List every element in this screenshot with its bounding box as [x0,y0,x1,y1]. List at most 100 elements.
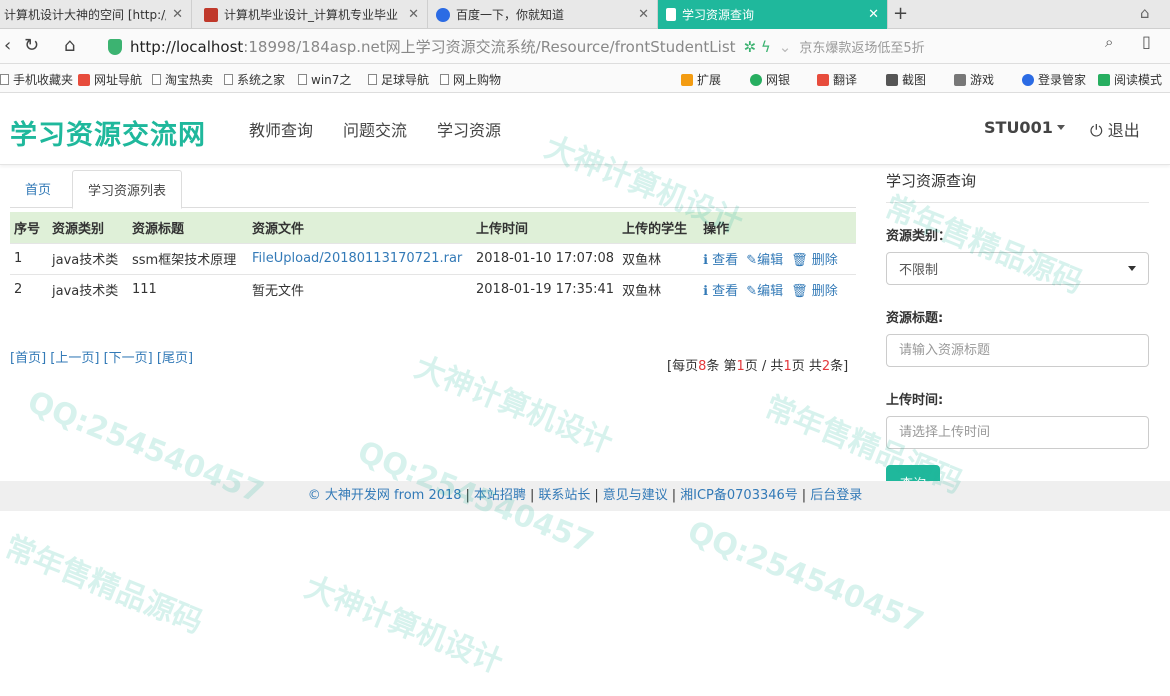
shirt-icon[interactable]: ⌂ [1140,4,1150,22]
watermark: 常年售精品源码 [0,529,208,641]
view-button[interactable]: ℹ 查看 [703,253,738,268]
file-download-link[interactable]: FileUpload/20180113170721.rar [252,251,462,266]
lightning-icon[interactable]: ✲ ϟ [744,38,771,56]
document-icon [666,8,676,21]
dropdown-chevron-icon[interactable]: ⌄ [779,38,792,56]
column-header: 资源标题 [128,212,248,243]
footer-jobs[interactable]: 本站招聘 [474,488,526,503]
site-favicon-icon [204,7,218,22]
content-tabs: 首页 学习资源列表 [10,170,856,209]
bookmark-item[interactable]: 系统之家 [224,71,285,88]
edit-button[interactable]: ✎编辑 [746,253,783,268]
cell-time: 2018-01-10 17:07:08 [472,242,619,274]
footer-icp[interactable]: 湘ICP备0703346号 [680,488,798,503]
bookmark-item[interactable]: win7之 [298,71,351,88]
translate-icon [817,74,829,86]
address-bar: ‹ ↻ ⌂ http://localhost:18998/184asp.net网… [0,29,1170,64]
footer-contact[interactable]: 联系站长 [538,488,590,503]
shield-icon [750,74,762,86]
pager-info: [每页8条 第1页 / 共1页 共2条] [667,359,849,374]
delete-button[interactable]: 🗑 删除 [791,253,838,268]
close-icon[interactable]: ✕ [408,7,419,22]
column-header: 序号 [10,212,48,243]
watermark: 大神计算机设计 [409,349,618,461]
logout-button[interactable]: ⏻ 退出 [1090,117,1140,141]
scissors-icon [886,74,898,86]
close-icon[interactable]: ✕ [172,7,183,22]
document-icon [440,74,449,85]
toolbar-translate[interactable]: 翻译 [817,71,857,88]
close-icon[interactable]: ✕ [638,7,649,22]
browser-tab-1[interactable]: 计算机设计大神的空间 [http://2 ✕ [0,0,192,29]
edit-button[interactable]: ✎编辑 [746,284,783,299]
document-icon [224,74,233,85]
pager-next[interactable]: [下一页] [104,351,153,366]
nav-learning-resources[interactable]: 学习资源 [437,117,501,141]
cell-ops: ℹ 查看 ✎编辑 🗑 删除 [699,273,856,305]
browser-tab-3[interactable]: 百度一下，你就知道 ✕ [428,0,658,29]
pager-prev[interactable]: [上一页] [50,351,99,366]
new-tab-icon[interactable]: + [893,3,908,24]
nav-question-exchange[interactable]: 问题交流 [343,117,407,141]
bookmark-item[interactable]: 淘宝热卖 [152,71,213,88]
pager-first[interactable]: [首页] [10,351,46,366]
site-logo[interactable]: 学习资源交流网 [10,113,206,152]
time-label: 上传时间: [886,393,944,408]
view-button[interactable]: ℹ 查看 [703,284,738,299]
back-icon[interactable]: ‹ [4,35,11,56]
tab-resource-list[interactable]: 学习资源列表 [72,170,183,209]
toolbar-screenshot[interactable]: 截图 [886,71,926,88]
search-icon[interactable]: ⌕ [1105,33,1113,51]
category-select[interactable]: 不限制 [886,252,1149,285]
pager-last[interactable]: [尾页] [157,351,193,366]
upload-time-input[interactable] [886,416,1149,449]
tab-home[interactable]: 首页 [10,170,66,208]
shield-icon [108,38,122,55]
site-header: 学习资源交流网 教师查询 问题交流 学习资源 STU001 ⏻ 退出 [0,93,1170,165]
trash-icon: 🗑 [791,284,808,300]
main-nav: 教师查询 问题交流 学习资源 [249,117,501,141]
cell-title: 111 [128,273,248,305]
caret-down-icon [1056,125,1065,130]
footer-admin-login[interactable]: 后台登录 [810,488,862,503]
column-header: 上传时间 [472,212,619,243]
toolbar-login-manager[interactable]: 登录管家 [1022,71,1086,88]
delete-button[interactable]: 🗑 删除 [791,284,838,299]
resource-table: 序号 资源类别 资源标题 资源文件 上传时间 上传的学生 操作 1 java技术… [10,212,856,305]
title-input[interactable] [886,334,1149,367]
bookmark-item[interactable]: 手机收藏夹 [0,71,73,88]
toolbar-reading-mode[interactable]: 阅读模式 [1098,71,1162,88]
toolbar-extensions[interactable]: 扩展 [681,71,721,88]
footer-feedback[interactable]: 意见与建议 [603,488,668,503]
column-header: 资源类别 [48,212,128,243]
phone-icon[interactable]: ▯ [1142,32,1151,51]
baidu-paw-icon [436,7,450,22]
cell-file: 暂无文件 [248,273,472,305]
bookmark-item[interactable]: 网上购物 [440,71,501,88]
search-panel: 学习资源查询 资源类别： 不限制 资源标题: 上传时间: 查询 [886,170,1149,499]
table-header-row: 序号 资源类别 资源标题 资源文件 上传时间 上传的学生 操作 [10,212,856,243]
nav-teacher-query[interactable]: 教师查询 [249,117,313,141]
pencil-icon: ✎ [746,253,758,268]
url-input[interactable]: http://localhost:18998/184asp.net网上学习资源交… [100,34,1130,59]
watermark: QQ:254540457 [682,514,929,641]
info-icon: ℹ [703,253,709,268]
bookmark-item[interactable]: 足球导航 [368,71,429,88]
refresh-icon[interactable]: ↻ [24,35,39,56]
toolbar-netbank[interactable]: 网银 [750,71,790,88]
toolbar-games[interactable]: 游戏 [954,71,994,88]
browser-tab-2[interactable]: 计算机毕业设计_计算机专业毕业 ✕ [196,0,428,29]
info-icon: ℹ [703,284,709,300]
cell-title: ssm框架技术原理 [128,242,248,274]
document-icon [0,74,9,85]
home-icon[interactable]: ⌂ [64,35,75,56]
footer-copyright[interactable]: © 大神开发网 from 2018 [308,488,462,503]
column-header: 操作 [699,212,856,243]
cell-student: 双鱼林 [618,242,700,274]
browser-tab-active[interactable]: 学习资源查询 ✕ [658,0,888,29]
user-menu[interactable]: STU001 [984,118,1065,137]
cell-time: 2018-01-19 17:35:41 [472,273,619,305]
close-icon[interactable]: ✕ [868,7,879,22]
column-header: 上传的学生 [618,212,700,243]
bookmark-item[interactable]: 网址导航 [78,71,142,88]
